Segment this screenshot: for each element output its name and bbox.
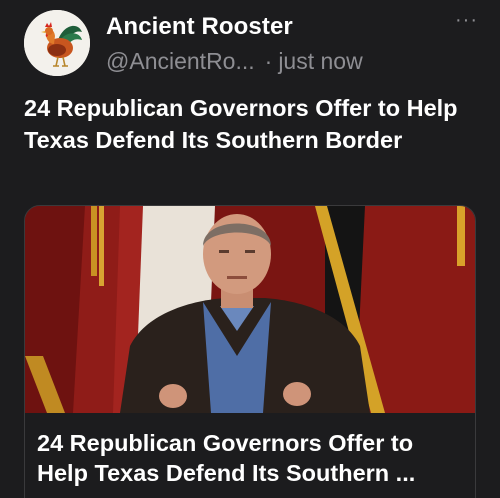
display-name[interactable]: Ancient Rooster xyxy=(106,13,293,41)
tweet[interactable]: Ancient Rooster @AncientRo... · just now ·… xyxy=(0,0,500,498)
link-card[interactable]: 24 Republican Governors Offer to Help Te… xyxy=(24,205,476,498)
card-image xyxy=(25,206,475,413)
tweet-meta: @AncientRo... · just now xyxy=(106,48,363,75)
rooster-icon xyxy=(24,10,90,76)
card-title[interactable]: 24 Republican Governors Offer to Help Te… xyxy=(37,428,469,488)
tweet-text: 24 Republican Governors Offer to Help Te… xyxy=(24,95,458,153)
handle[interactable]: @AncientRo... xyxy=(106,48,255,74)
avatar[interactable] xyxy=(24,10,90,76)
timestamp[interactable]: just now xyxy=(278,48,362,74)
more-options-icon[interactable]: ··· xyxy=(455,10,478,30)
meta-separator: · xyxy=(264,48,273,74)
